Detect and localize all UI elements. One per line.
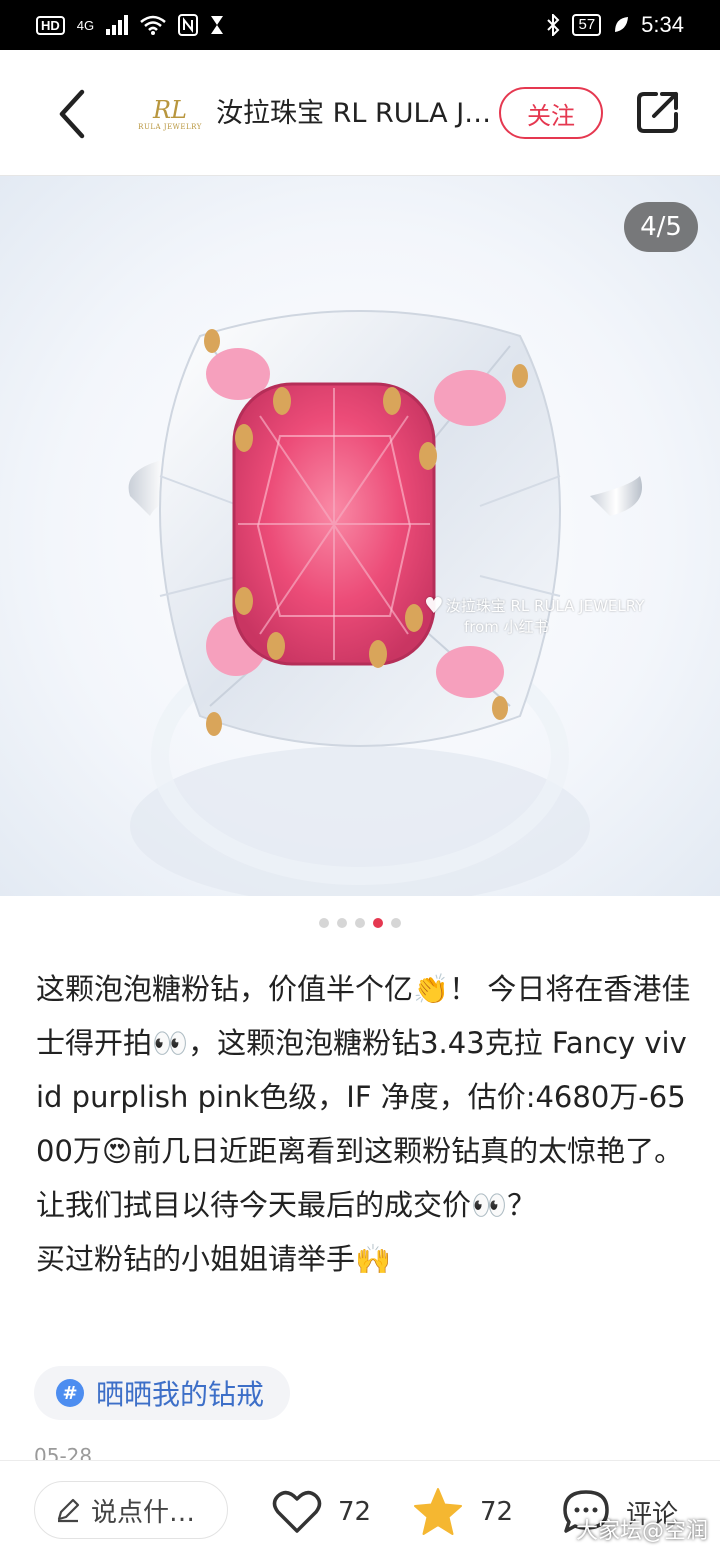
chevron-left-icon bbox=[59, 89, 85, 139]
app-header: RL RULA JEWELRY 汝拉珠宝 RL RULA J… 关注 bbox=[0, 50, 720, 176]
gallery-pagination bbox=[0, 918, 720, 928]
author-name[interactable]: 汝拉珠宝 RL RULA J… bbox=[216, 92, 496, 136]
favorite-count: 72 bbox=[480, 1497, 514, 1527]
status-right: 57 5:34 bbox=[546, 12, 684, 38]
follow-button[interactable]: 关注 bbox=[499, 87, 603, 139]
status-left: HD 4G bbox=[36, 14, 224, 36]
wifi-icon bbox=[140, 15, 166, 35]
brand-logo[interactable]: RL RULA JEWELRY bbox=[138, 88, 202, 140]
hashtag-icon: # bbox=[56, 1379, 84, 1407]
heart-watermark-icon: ♥ bbox=[424, 593, 444, 619]
forum-watermark: 大家坛@空润 bbox=[575, 1519, 708, 1544]
comment-input[interactable]: 说点什… bbox=[34, 1481, 228, 1539]
nfc-icon bbox=[178, 14, 199, 36]
watermark-line-2: from 小红书 bbox=[464, 617, 549, 636]
clock: 5:34 bbox=[641, 12, 684, 37]
pagination-dot[interactable] bbox=[337, 918, 347, 928]
hd-badge: HD bbox=[36, 15, 65, 35]
pagination-dot[interactable] bbox=[391, 918, 401, 928]
heart-icon bbox=[272, 1490, 322, 1533]
hourglass-icon bbox=[211, 16, 224, 34]
star-icon bbox=[414, 1488, 462, 1535]
back-button[interactable] bbox=[48, 84, 98, 144]
network-label: 4G bbox=[76, 17, 95, 33]
watermark-line-1: 汝拉珠宝 RL RULA JEWELRY bbox=[445, 597, 645, 615]
brand-logo-subtext: RULA JEWELRY bbox=[138, 123, 202, 131]
post-body: 这颗泡泡糖粉钻，价值半个亿👏！ 今日将在香港佳士得开拍👀，这颗泡泡糖粉钻3.43… bbox=[36, 962, 692, 1286]
post-paragraph: 让我们拭目以待今天最后的成交价👀？ bbox=[36, 1188, 537, 1222]
comment-placeholder: 说点什… bbox=[91, 1497, 196, 1528]
image-page-counter: 4/5 bbox=[624, 202, 698, 252]
status-bar: HD 4G 57 5:34 bbox=[0, 0, 720, 50]
pagination-dot[interactable] bbox=[355, 918, 365, 928]
post-image[interactable]: 4/5 ♥ 汝拉珠宝 RL RULA JEWELRY from 小红书 bbox=[0, 176, 720, 896]
pencil-icon bbox=[57, 1498, 80, 1523]
topic-tag[interactable]: # 晒晒我的钻戒 bbox=[34, 1366, 291, 1420]
post-paragraph: 这颗泡泡糖粉钻，价值半个亿👏！ 今日将在香港佳士得开拍👀，这颗泡泡糖粉钻3.43… bbox=[36, 972, 691, 1168]
battery-indicator: 57 bbox=[572, 14, 602, 36]
brand-logo-mark: RL bbox=[152, 96, 187, 124]
like-button[interactable]: 72 bbox=[272, 1485, 371, 1539]
topic-tag-label: 晒晒我的钻戒 bbox=[96, 1378, 265, 1411]
bluetooth-icon bbox=[547, 14, 560, 36]
like-count: 72 bbox=[338, 1497, 372, 1527]
post-paragraph: 买过粉钻的小姐姐请举手🙌 bbox=[36, 1242, 392, 1276]
pink-diamond-ring-photo bbox=[128, 310, 642, 896]
favorite-button[interactable]: 72 bbox=[412, 1485, 513, 1539]
pagination-dot-active[interactable] bbox=[373, 918, 383, 928]
pagination-dot[interactable] bbox=[319, 918, 329, 928]
share-icon bbox=[637, 92, 678, 133]
leaf-icon bbox=[615, 17, 629, 32]
image-watermark: ♥ 汝拉珠宝 RL RULA JEWELRY from 小红书 bbox=[424, 593, 645, 637]
bottom-action-bar: 说点什… 72 72 评论 大家坛@空润 bbox=[0, 1460, 720, 1561]
signal-icon bbox=[106, 15, 129, 35]
share-button[interactable] bbox=[634, 88, 682, 136]
